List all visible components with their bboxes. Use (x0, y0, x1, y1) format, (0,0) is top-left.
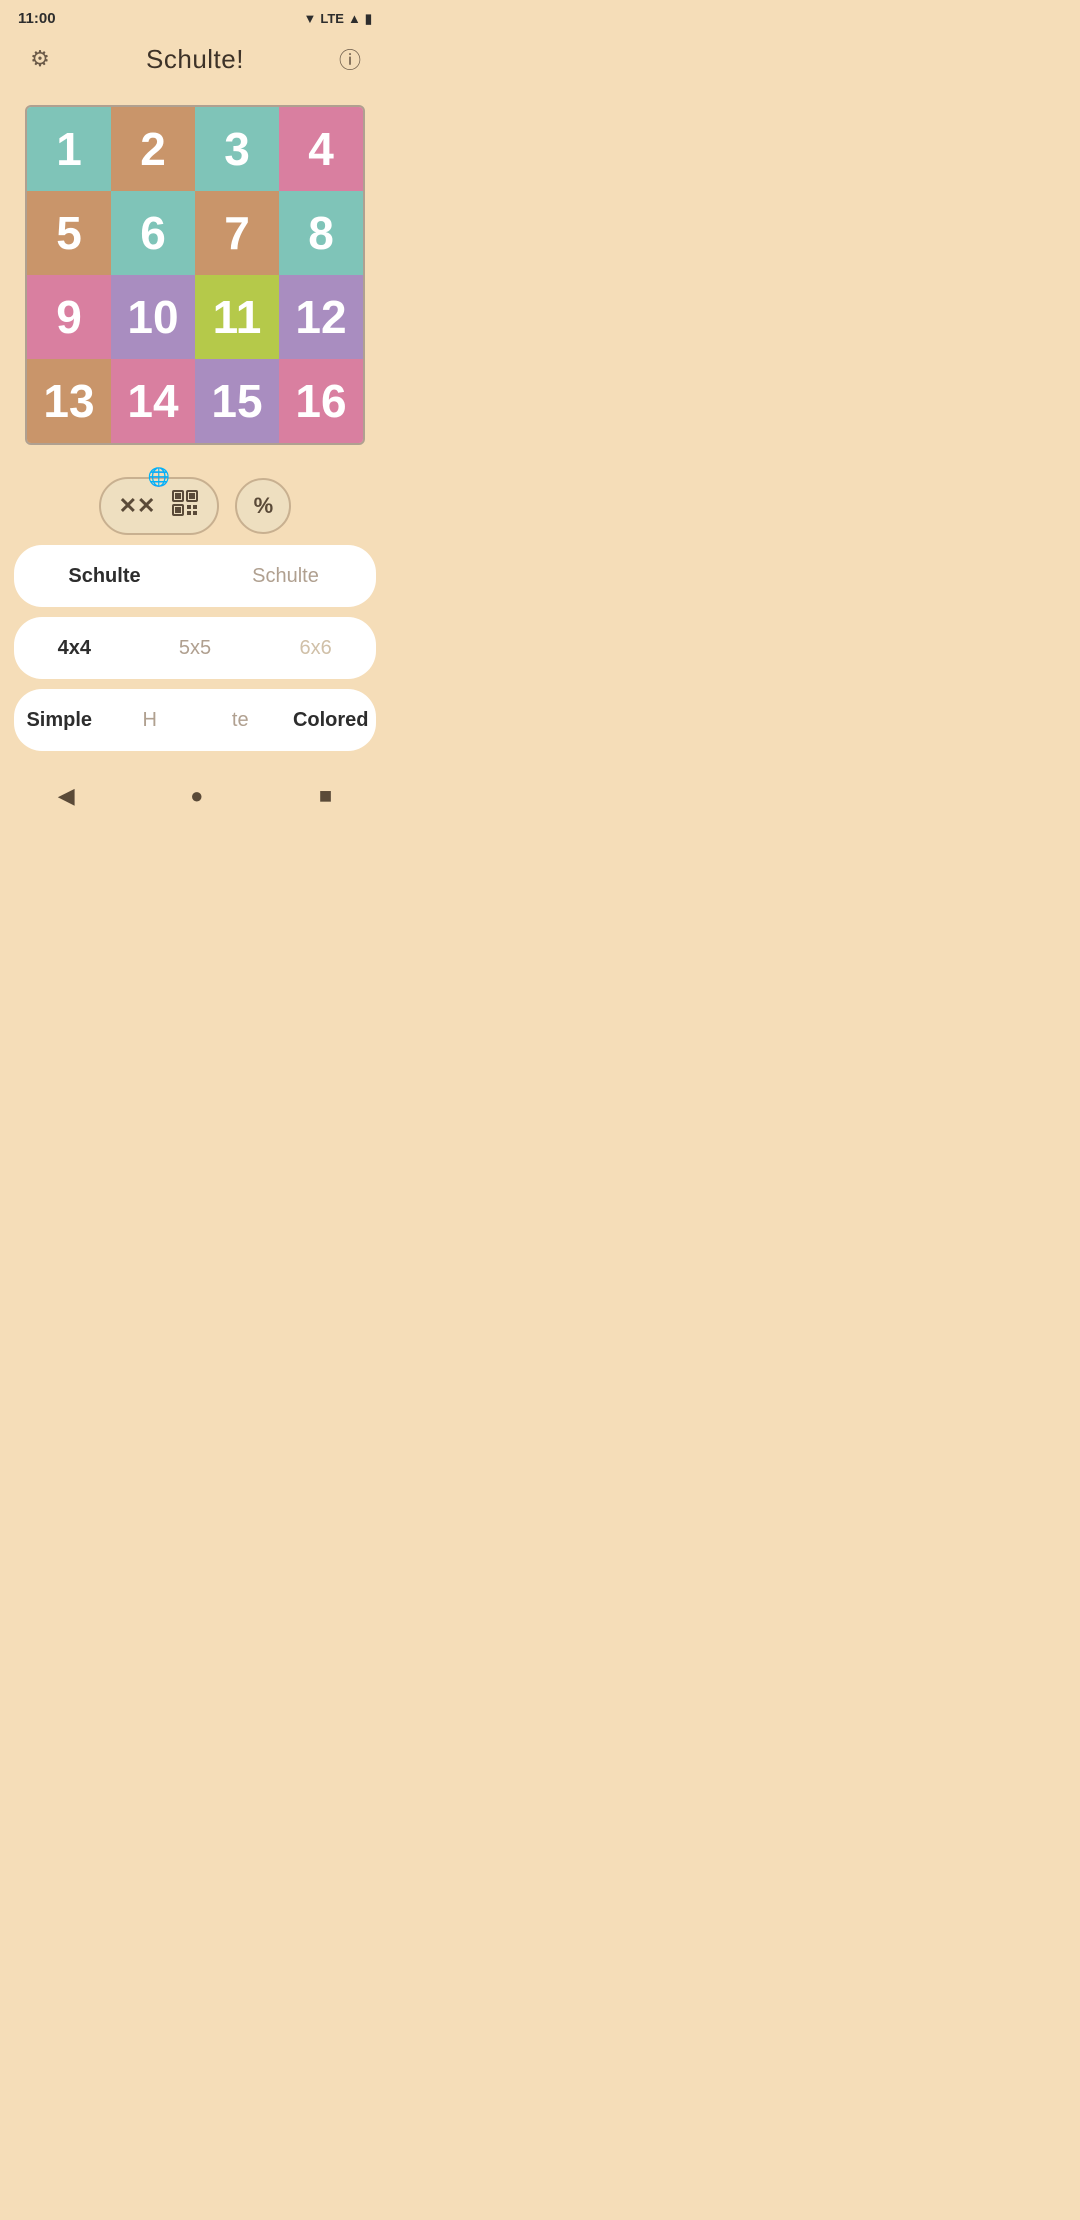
cell-15[interactable]: 15 (195, 359, 279, 443)
cell-2[interactable]: 2 (111, 107, 195, 191)
game-grid: 12345678910111213141516 (25, 105, 365, 445)
schulte-alt-option[interactable]: Schulte (195, 545, 376, 607)
gear-icon: ⚙ (30, 46, 50, 72)
game-type-row: Schulte Schulte (14, 545, 376, 607)
cell-16[interactable]: 16 (279, 359, 363, 443)
te-option[interactable]: te (195, 689, 286, 751)
hidden-option[interactable]: H (105, 689, 196, 751)
back-button[interactable]: ◀ (38, 775, 95, 817)
navigation-bar: ◀ ● ■ (0, 761, 390, 837)
status-icons: ▼ LTE ▲ ▮ (304, 11, 373, 27)
game-mode-pill[interactable]: 🌐 ✕✕ (99, 477, 220, 535)
cell-6[interactable]: 6 (111, 191, 195, 275)
6x6-option[interactable]: 6x6 (255, 617, 376, 679)
cell-10[interactable]: 10 (111, 275, 195, 359)
options-area: Schulte Schulte 4x4 5x5 6x6 Simple H te … (0, 545, 390, 751)
battery-icon: ▮ (365, 11, 372, 27)
colored-option[interactable]: Colored (286, 689, 377, 751)
info-button[interactable]: ⓘ (330, 39, 370, 79)
cell-7[interactable]: 7 (195, 191, 279, 275)
cell-4[interactable]: 4 (279, 107, 363, 191)
cell-5[interactable]: 5 (27, 191, 111, 275)
cell-14[interactable]: 14 (111, 359, 195, 443)
settings-button[interactable]: ⚙ (20, 39, 60, 79)
signal-icon: ▲ (348, 11, 361, 26)
cell-3[interactable]: 3 (195, 107, 279, 191)
status-bar: 11:00 ▼ LTE ▲ ▮ (0, 0, 390, 33)
cell-8[interactable]: 8 (279, 191, 363, 275)
percent-button[interactable]: % (235, 478, 291, 534)
simple-option[interactable]: Simple (14, 689, 105, 751)
grid-cells: 12345678910111213141516 (27, 107, 363, 443)
4x4-option[interactable]: 4x4 (14, 617, 135, 679)
style-row: Simple H te Colored (14, 689, 376, 751)
qr-icon (171, 489, 199, 523)
cell-11[interactable]: 11 (195, 275, 279, 359)
info-icon: ⓘ (339, 43, 361, 75)
cell-12[interactable]: 12 (279, 275, 363, 359)
cell-1[interactable]: 1 (27, 107, 111, 191)
lte-label: LTE (320, 11, 344, 26)
wifi-icon: ▼ (304, 11, 317, 26)
5x5-option[interactable]: 5x5 (135, 617, 256, 679)
app-title: Schulte! (146, 44, 244, 75)
cell-13[interactable]: 13 (27, 359, 111, 443)
cross-swords-icon: ✕✕ (119, 493, 156, 519)
time: 11:00 (18, 10, 56, 27)
percent-icon: % (254, 493, 274, 519)
globe-icon: 🌐 (148, 467, 170, 488)
cell-9[interactable]: 9 (27, 275, 111, 359)
home-button[interactable]: ● (170, 775, 223, 817)
header: ⚙ Schulte! ⓘ (0, 33, 390, 89)
bottom-icons-row: 🌐 ✕✕ % (0, 477, 390, 535)
schulte-option[interactable]: Schulte (14, 545, 195, 607)
stop-button[interactable]: ■ (299, 775, 352, 817)
grid-size-row: 4x4 5x5 6x6 (14, 617, 376, 679)
